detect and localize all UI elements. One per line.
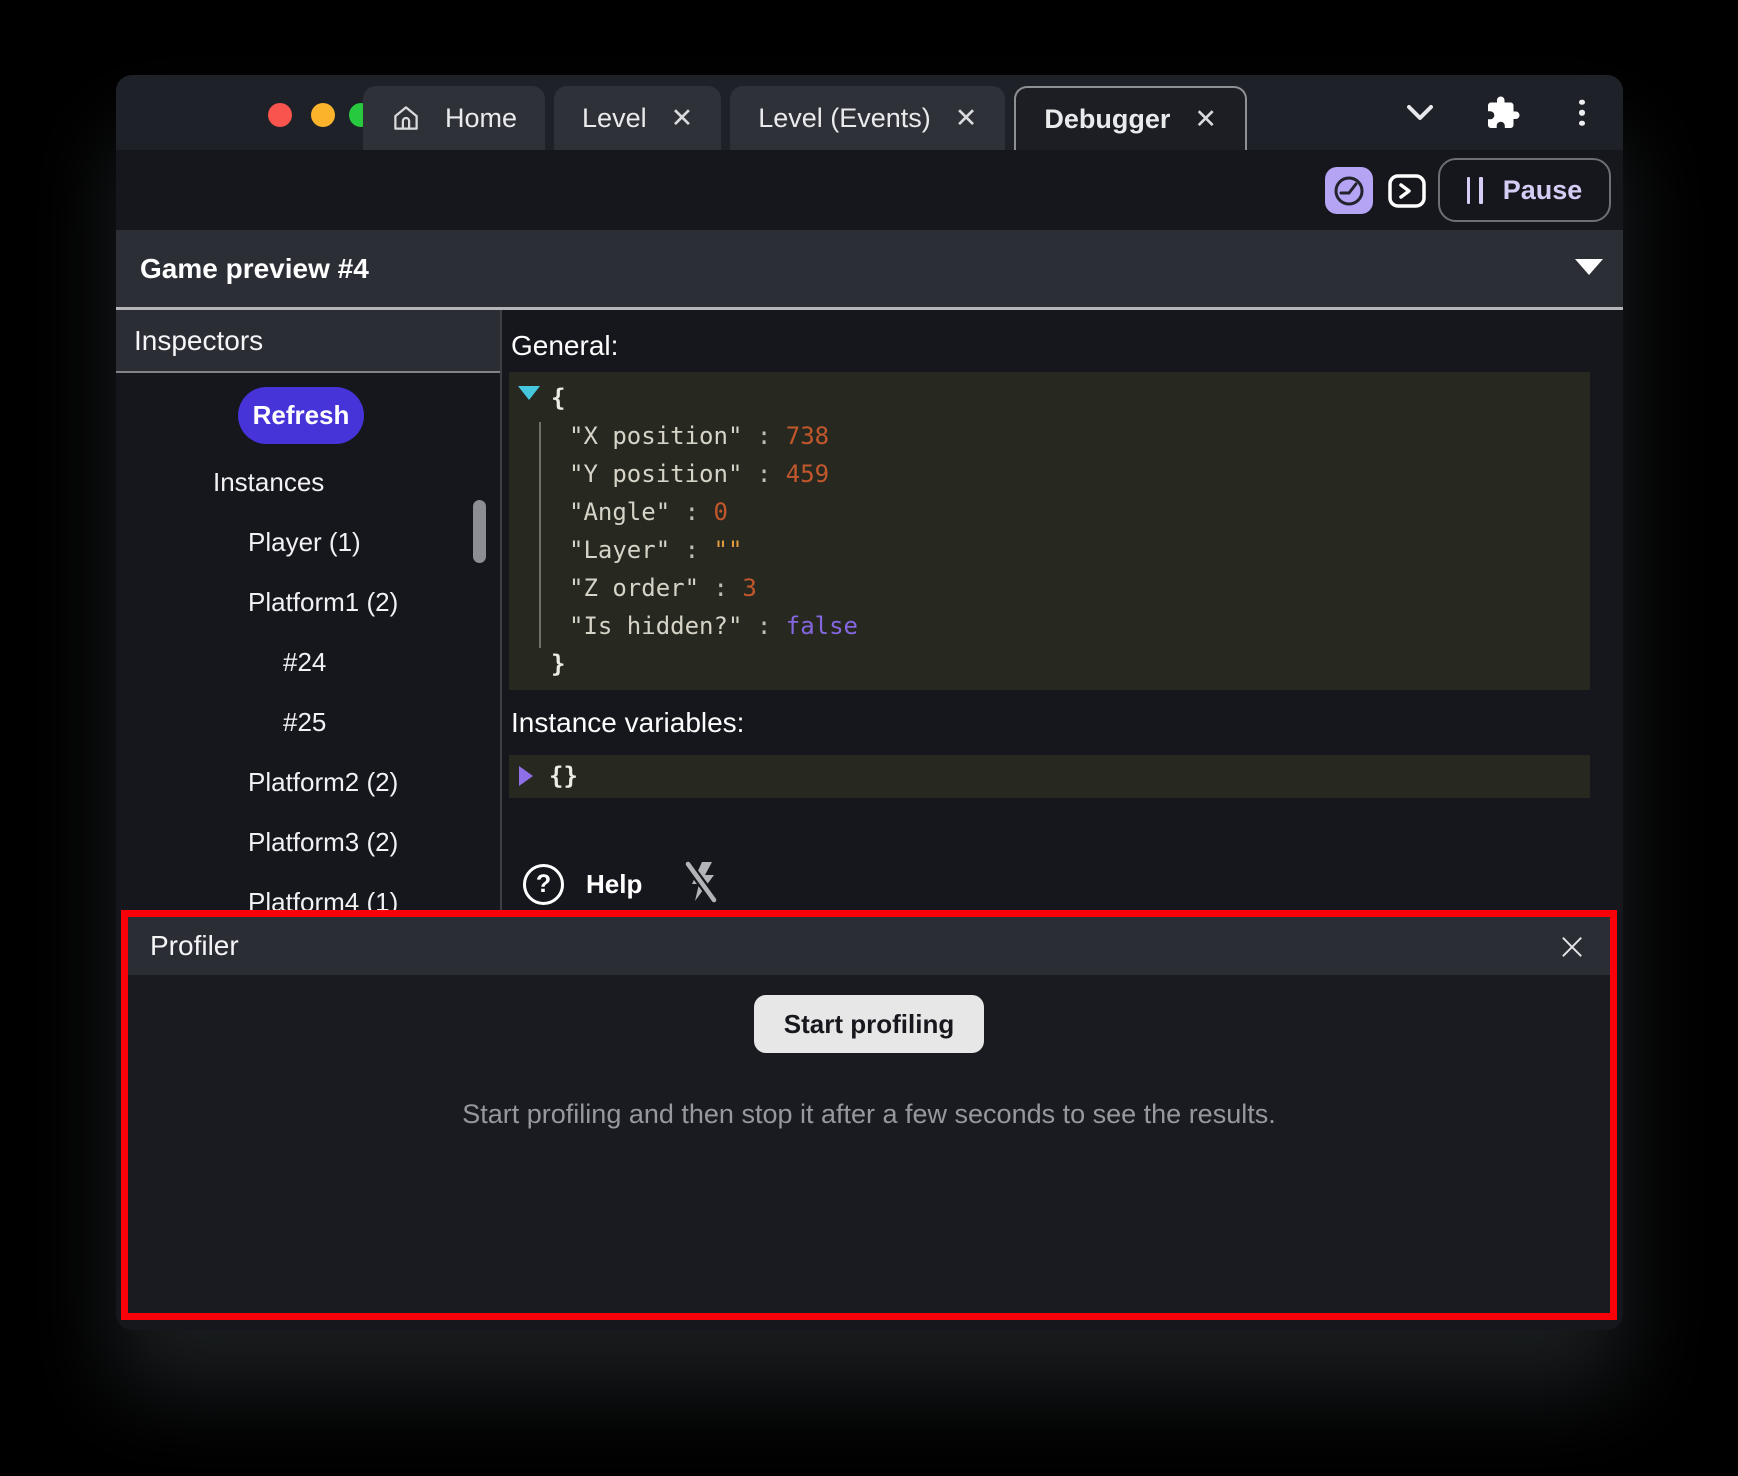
instance-variables-label: Instance variables: xyxy=(511,707,744,739)
profiler-panel: Profiler × Start profiling Start profili… xyxy=(121,910,1617,1320)
tab-level-events[interactable]: Level (Events) ✕ xyxy=(730,86,1005,150)
general-json-viewer: { "X position" : 738"Y position" : 459"A… xyxy=(509,372,1590,690)
sidebar-item-instances[interactable]: Instances xyxy=(213,465,324,499)
pause-label: Pause xyxy=(1503,175,1583,206)
instance-variables-json-viewer: {} xyxy=(509,755,1590,798)
open-brace: { xyxy=(551,384,565,412)
help-label[interactable]: Help xyxy=(586,869,642,900)
json-entry: "Angle" : 0 xyxy=(509,493,1590,531)
tab-level[interactable]: Level ✕ xyxy=(554,86,721,150)
sidebar-item-25[interactable]: #25 xyxy=(283,705,326,739)
tab-debugger[interactable]: Debugger ✕ xyxy=(1014,86,1247,150)
profiler-hint: Start profiling and then stop it after a… xyxy=(462,1099,1275,1130)
game-preview-row[interactable]: Game preview #4 xyxy=(116,230,1623,310)
close-icon[interactable]: ✕ xyxy=(1194,106,1217,133)
chevron-down-icon[interactable] xyxy=(1405,103,1435,123)
game-preview-title: Game preview #4 xyxy=(140,253,369,285)
pause-icon xyxy=(1467,177,1483,204)
screenshot-stage: Home Level ✕ Level (Events) ✕ Debugger ✕ xyxy=(0,0,1738,1476)
tab-label: Level xyxy=(582,103,647,134)
console-icon[interactable] xyxy=(1388,174,1426,208)
sidebar-item-platform3-2[interactable]: Platform3 (2) xyxy=(248,825,398,859)
sidebar-item-24[interactable]: #24 xyxy=(283,645,326,679)
json-entry: "Z order" : 3 xyxy=(509,569,1590,607)
general-json-entries: "X position" : 738"Y position" : 459"Ang… xyxy=(509,417,1590,645)
close-icon[interactable]: × xyxy=(1556,927,1588,965)
titlebar: Home Level ✕ Level (Events) ✕ Debugger ✕ xyxy=(116,75,1623,150)
sidebar-item-player-1[interactable]: Player (1) xyxy=(248,525,361,559)
json-entry: "Is hidden?" : false xyxy=(509,607,1590,645)
traffic-light-close-icon[interactable] xyxy=(268,103,292,127)
general-section-label: General: xyxy=(511,330,618,362)
scrollbar-thumb[interactable] xyxy=(473,500,486,563)
profiler-gauge-icon[interactable] xyxy=(1325,167,1373,214)
empty-object: {} xyxy=(549,762,578,790)
profiler-header: Profiler × xyxy=(128,917,1610,975)
profiler-body: Start profiling Start profiling and then… xyxy=(128,975,1610,1130)
flash-off-icon[interactable] xyxy=(678,858,724,911)
start-profiling-button[interactable]: Start profiling xyxy=(754,995,984,1053)
profiler-title: Profiler xyxy=(150,930,239,962)
pause-button[interactable]: Pause xyxy=(1438,158,1611,222)
json-entry: "Layer" : "" xyxy=(509,531,1590,569)
triangle-right-expander-icon[interactable] xyxy=(519,766,533,786)
app-window: Home Level ✕ Level (Events) ✕ Debugger ✕ xyxy=(116,75,1623,1330)
traffic-light-minimize-icon[interactable] xyxy=(311,103,335,127)
inspectors-header: Inspectors xyxy=(116,310,501,373)
close-icon[interactable]: ✕ xyxy=(955,105,978,132)
help-row: Help xyxy=(523,858,724,911)
close-icon[interactable]: ✕ xyxy=(671,105,694,132)
sidebar-item-platform1-2[interactable]: Platform1 (2) xyxy=(248,585,398,619)
sidebar-divider xyxy=(500,310,502,910)
puzzle-extension-icon[interactable] xyxy=(1485,95,1521,131)
dropdown-chevron-icon[interactable] xyxy=(1575,259,1603,275)
tab-home[interactable]: Home xyxy=(363,86,545,150)
indent-guide xyxy=(539,422,541,648)
close-brace: } xyxy=(551,650,565,678)
tab-bar: Home Level ✕ Level (Events) ✕ Debugger ✕ xyxy=(363,86,1247,150)
tab-label: Debugger xyxy=(1044,104,1170,135)
tab-label: Home xyxy=(445,103,517,134)
sidebar-item-platform2-2[interactable]: Platform2 (2) xyxy=(248,765,398,799)
tab-label: Level (Events) xyxy=(758,103,931,134)
triangle-down-expander-icon[interactable] xyxy=(518,386,540,400)
titlebar-icons xyxy=(1323,75,1623,150)
home-icon xyxy=(391,103,421,133)
refresh-button[interactable]: Refresh xyxy=(238,387,364,444)
json-entry: "Y position" : 459 xyxy=(509,455,1590,493)
json-entry: "X position" : 738 xyxy=(509,417,1590,455)
help-question-icon[interactable] xyxy=(523,864,564,905)
debugger-toolbar: Pause xyxy=(116,150,1623,230)
inspectors-title: Inspectors xyxy=(134,325,263,357)
kebab-menu-icon[interactable] xyxy=(1579,99,1585,126)
